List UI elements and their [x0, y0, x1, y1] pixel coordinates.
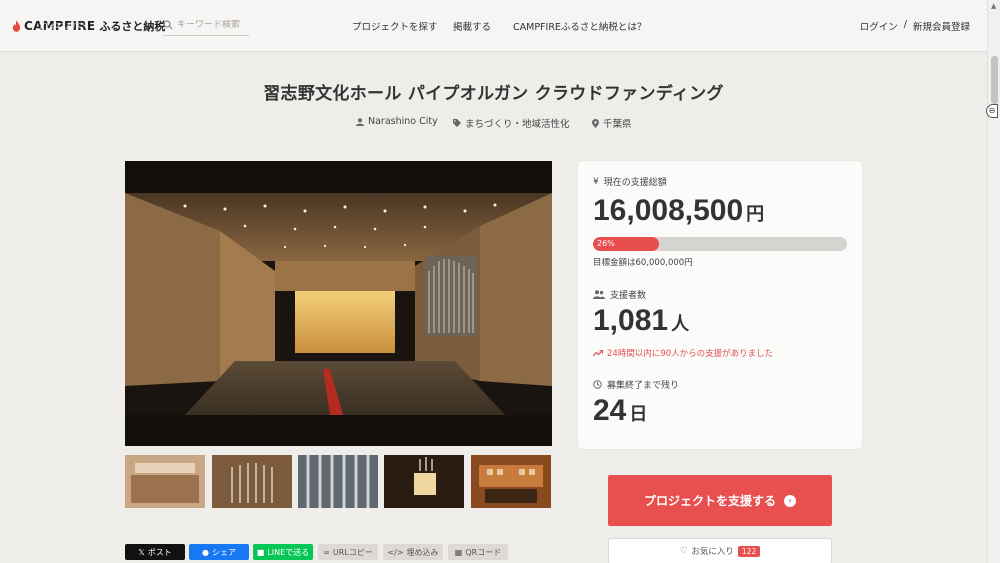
embed-button[interactable]: </> 埋め込み: [383, 544, 443, 560]
project-title: 習志野文化ホール パイプオルガン クラウドファンディング: [263, 84, 724, 104]
tag-icon: [453, 119, 461, 127]
brand-name: CAMPFIRE: [24, 19, 96, 33]
location-name: 千葉県: [603, 119, 632, 130]
qr-icon: ▦: [454, 547, 463, 557]
floating-side-icon[interactable]: ⊖: [986, 104, 998, 118]
funding-progress-fill: 26%: [593, 237, 660, 251]
amount-label: ¥ 現在の支援総額: [593, 175, 667, 189]
share-facebook-label: シェア: [211, 547, 236, 557]
register-link[interactable]: 新規会員登録: [913, 19, 970, 33]
scroll-up-icon[interactable]: ▲: [991, 2, 996, 10]
category-name: まちづくり・地域活性化: [465, 119, 570, 130]
backers-label: 支援者数: [593, 288, 646, 301]
remaining-label: 募集終了まで残り: [593, 378, 679, 391]
copy-url-button[interactable]: ∞ URLコピー: [318, 544, 378, 560]
thumbnail-image-1: [125, 455, 205, 508]
brand-sub: ふるさと納税: [99, 20, 166, 33]
thumbnail-2[interactable]: [212, 455, 292, 508]
owner-name: Narashino City: [368, 116, 438, 127]
thumbnail-4[interactable]: [384, 455, 464, 508]
nav-find-projects[interactable]: プロジェクトを探す: [352, 19, 438, 33]
location-pin-icon: [592, 118, 599, 128]
nav-about[interactable]: CAMPFIREふるさと納税とは？: [513, 19, 646, 33]
page-scrollbar[interactable]: ▲: [987, 0, 1000, 563]
share-line-button[interactable]: ■ LINEで送る: [253, 544, 313, 560]
link-icon: ∞: [323, 547, 330, 557]
project-location[interactable]: 千葉県: [592, 116, 632, 130]
recent-support-notice: 24時間以内に90人からの支援がありました: [593, 347, 773, 359]
x-icon: 𝕏: [138, 547, 145, 557]
thumbnail-image-3: [298, 455, 378, 508]
trending-up-icon: [593, 349, 603, 356]
thumbnail-image-2: [212, 455, 292, 508]
thumbnail-image-5: [471, 455, 551, 508]
user-icon: [356, 117, 364, 126]
days-remaining-unit: 日: [629, 404, 648, 424]
login-link[interactable]: ログイン: [860, 19, 898, 33]
favorite-button[interactable]: ♡ お気に入り 122: [608, 538, 832, 563]
funding-stats-panel: ¥ 現在の支援総額 16,008,500 円 26% 目標金額は60,000,00…: [578, 161, 862, 449]
yen-icon: ¥: [593, 176, 599, 187]
funding-progress-bar: 26%: [593, 237, 847, 251]
main-hall-image[interactable]: [125, 161, 552, 446]
auth-links: ログイン / 新規会員登録: [860, 19, 970, 33]
backers-count: 1,081 人: [593, 304, 689, 338]
qr-label: QRコード: [465, 547, 502, 557]
line-icon: ■: [256, 547, 265, 557]
recent-support-text: 24時間以内に90人からの支援がありました: [607, 349, 774, 359]
days-remaining-value: 24: [593, 394, 627, 427]
share-x-button[interactable]: 𝕏 ポスト: [125, 544, 185, 560]
funding-amount-unit: 円: [746, 204, 765, 224]
share-facebook-button[interactable]: ● シェア: [189, 544, 249, 560]
favorite-count-badge: 122: [737, 545, 761, 557]
thumbnail-image-4: [384, 455, 464, 508]
thumbnail-5[interactable]: [471, 455, 551, 508]
goal-amount: 目標金額は60,000,000円: [593, 258, 693, 268]
search-box[interactable]: [163, 14, 249, 36]
nav-post-project[interactable]: 掲載する: [453, 19, 491, 33]
scrollbar-thumb[interactable]: [991, 56, 998, 104]
backers-count-value: 1,081: [593, 304, 669, 337]
campfire-logo[interactable]: CAMPFIRE ふるさと納税: [12, 18, 165, 34]
funding-amount-value: 16,008,500: [593, 194, 744, 227]
amount-label-text: 現在の支援総額: [603, 178, 667, 188]
share-line-label: LINEで送る: [267, 547, 310, 557]
concert-hall-illustration: [125, 161, 552, 446]
days-remaining: 24 日: [593, 394, 647, 428]
facebook-icon: ●: [202, 547, 209, 557]
support-project-button[interactable]: プロジェクトを支援する ›: [608, 475, 832, 526]
thumbnail-strip: [125, 455, 552, 508]
thumbnail-3[interactable]: [298, 455, 378, 508]
users-icon: [593, 290, 605, 299]
site-header: CAMPFIRE ふるさと納税 news プロジェクトを探す 掲載する CAMP…: [0, 0, 987, 52]
code-icon: </>: [387, 547, 404, 557]
remaining-label-text: 募集終了まで残り: [607, 381, 680, 391]
funding-amount: 16,008,500 円: [593, 194, 764, 228]
project-category[interactable]: まちづくり・地域活性化: [453, 116, 570, 130]
thumbnail-1[interactable]: [125, 455, 205, 508]
backers-label-text: 支援者数: [610, 291, 647, 301]
favorite-label: お気に入り: [691, 547, 734, 557]
clock-icon: [593, 380, 602, 389]
search-icon: [163, 19, 173, 29]
embed-label: 埋め込み: [406, 547, 439, 557]
share-x-label: ポスト: [147, 547, 172, 557]
backers-count-unit: 人: [671, 314, 690, 334]
chevron-right-icon: ›: [784, 494, 796, 507]
support-button-label: プロジェクトを支援する: [643, 494, 776, 508]
flame-icon: [12, 20, 21, 32]
auth-separator: /: [903, 19, 907, 30]
heart-icon: ♡: [679, 546, 688, 556]
search-input[interactable]: [177, 19, 247, 30]
project-owner[interactable]: Narashino City: [356, 116, 438, 127]
copy-url-label: URLコピー: [332, 547, 373, 557]
qr-code-button[interactable]: ▦ QRコード: [448, 544, 508, 560]
